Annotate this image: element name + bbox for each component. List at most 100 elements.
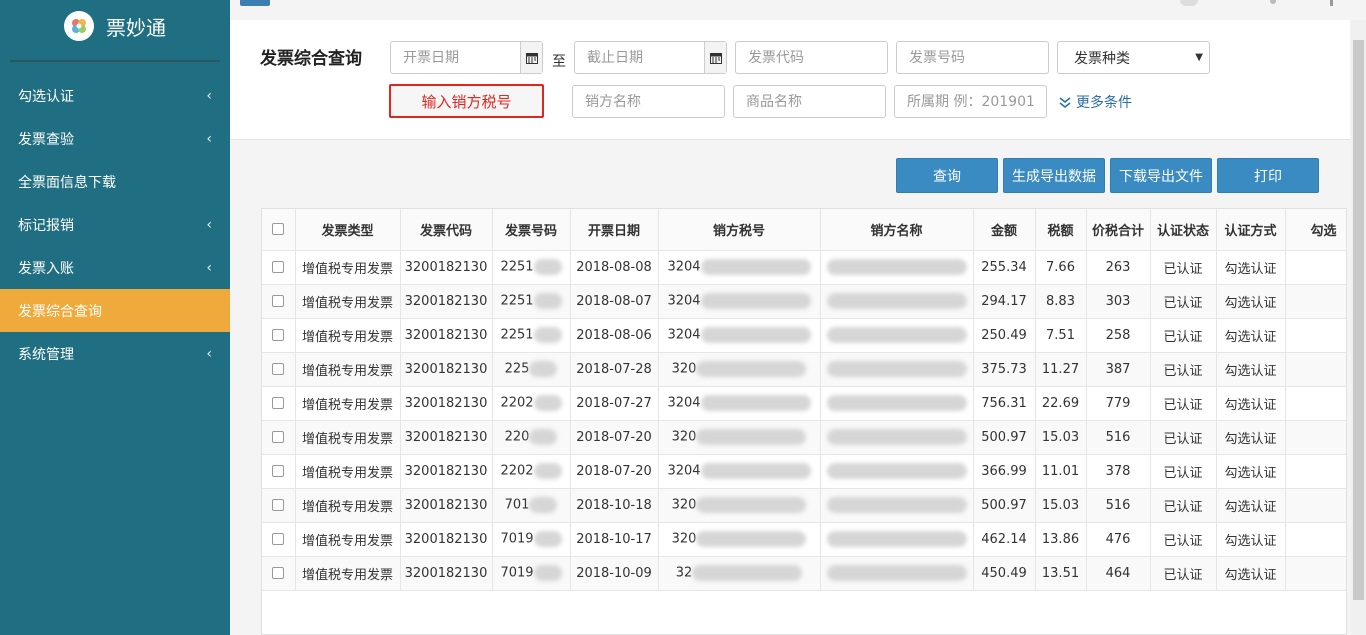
row-checkbox[interactable] — [272, 295, 285, 307]
row-checkbox[interactable] — [272, 261, 285, 273]
logo-icon — [64, 11, 94, 41]
invoice-number-cell: 701 — [492, 488, 571, 523]
row-select-cell[interactable] — [262, 284, 296, 319]
column-header[interactable]: 销方名称 — [820, 209, 974, 251]
query-button[interactable]: 查询 — [896, 158, 998, 193]
table-row[interactable]: 增值税专用发票 3200182130 225 2018-07-28 320 375.73 1… — [262, 352, 1346, 387]
invoice-code-input[interactable] — [748, 49, 875, 66]
table-row[interactable]: 增值税专用发票 3200182130 701 2018-10-18 320 500.97 1… — [262, 488, 1346, 523]
calendar-icon[interactable] — [704, 42, 726, 73]
end-date-input[interactable] — [587, 49, 714, 66]
table-row[interactable]: 增值税专用发票 3200182130 2251 2018-08-06 3204 250.4… — [262, 318, 1346, 353]
row-select-cell[interactable] — [262, 352, 296, 387]
sidebar-item-label: 发票综合查询 — [18, 303, 102, 320]
table-row[interactable]: 增值税专用发票 3200182130 220 2018-07-20 320 500.97 1… — [262, 420, 1346, 455]
sidebar-item-2[interactable]: 全票面信息下载 — [0, 160, 230, 203]
column-header[interactable]: 发票类型 — [295, 209, 401, 251]
row-checkbox[interactable] — [272, 465, 285, 477]
column-header[interactable]: 金额 — [973, 209, 1036, 251]
goods-name-input[interactable] — [746, 93, 873, 110]
sidebar-item-4[interactable]: 发票入账 ‹ — [0, 246, 230, 289]
sidebar-item-6[interactable]: 系统管理 ‹ — [0, 332, 230, 375]
sidebar-item-label: 全票面信息下载 — [18, 174, 116, 191]
invoice-type-cell: 增值税专用发票 — [295, 386, 401, 421]
row-checkbox[interactable] — [272, 431, 285, 443]
invoice-code-field[interactable] — [735, 41, 888, 74]
top-menu-button[interactable] — [240, 0, 270, 6]
invoice-type-cell: 增值税专用发票 — [295, 420, 401, 455]
end-date-field[interactable] — [574, 41, 727, 74]
row-select-cell[interactable] — [262, 454, 296, 489]
column-header[interactable]: 开票日期 — [570, 209, 659, 251]
row-checkbox[interactable] — [272, 329, 285, 341]
row-checkbox[interactable] — [272, 567, 285, 579]
notification-icon[interactable] — [1270, 0, 1276, 4]
avatar[interactable] — [1180, 0, 1198, 6]
tax-cell: 15.03 — [1035, 488, 1087, 523]
sidebar-item-3[interactable]: 标记报销 ‹ — [0, 203, 230, 246]
chevron-left-icon: ‹ — [206, 216, 212, 233]
table-row[interactable]: 增值税专用发票 3200182130 7019 2018-10-09 32 450.49 1… — [262, 556, 1346, 591]
seller-tax-input[interactable]: 输入销方税号 — [389, 84, 544, 118]
select-all-cell[interactable] — [262, 209, 296, 251]
method-cell: 勾选认证 — [1216, 420, 1286, 455]
table-row[interactable]: 增值税专用发票 3200182130 7019 2018-10-17 320 462.14… — [262, 522, 1346, 557]
scrollbar-thumb[interactable] — [1353, 40, 1364, 600]
download-export-button[interactable]: 下载导出文件 — [1110, 158, 1212, 193]
start-date-field[interactable] — [390, 41, 543, 74]
column-header[interactable]: 价税合计 — [1086, 209, 1151, 251]
calendar-icon[interactable] — [520, 42, 542, 73]
print-button[interactable]: 打印 — [1217, 158, 1319, 193]
row-checkbox[interactable] — [272, 397, 285, 409]
seller-name-input[interactable] — [585, 93, 712, 110]
period-field[interactable] — [894, 85, 1047, 118]
more-icon[interactable] — [1330, 0, 1333, 6]
invoice-type-cell: 增值税专用发票 — [295, 352, 401, 387]
row-select-cell[interactable] — [262, 318, 296, 353]
row-checkbox[interactable] — [272, 499, 285, 511]
invoice-type-select[interactable]: 发票种类 ▼ — [1057, 41, 1210, 74]
start-date-input[interactable] — [403, 49, 530, 66]
goods-name-field[interactable] — [733, 85, 886, 118]
sidebar-item-1[interactable]: 发票查验 ‹ — [0, 117, 230, 160]
table-row[interactable]: 增值税专用发票 3200182130 2202 2018-07-27 3204 756.3… — [262, 386, 1346, 421]
table-row[interactable]: 增值税专用发票 3200182130 2202 2018-07-20 3204 366.9… — [262, 454, 1346, 489]
sidebar-item-0[interactable]: 勾选认证 ‹ — [0, 74, 230, 117]
sidebar-item-5[interactable]: 发票综合查询 — [0, 289, 230, 332]
column-header[interactable]: 税额 — [1035, 209, 1087, 251]
table-row[interactable]: 增值税专用发票 3200182130 2251 2018-08-08 3204 255.3… — [262, 250, 1346, 285]
row-checkbox[interactable] — [272, 363, 285, 375]
filter-panel: 发票综合查询 至 发票种类 ▼ 输入销方税号 — [230, 20, 1350, 140]
redacted-text — [826, 565, 967, 581]
row-select-cell[interactable] — [262, 250, 296, 285]
table-row[interactable]: 增值税专用发票 3200182130 2251 2018-08-07 3204 294.1… — [262, 284, 1346, 319]
seller-name-field[interactable] — [572, 85, 725, 118]
method-cell: 勾选认证 — [1216, 250, 1286, 285]
status-cell: 已认证 — [1150, 454, 1217, 489]
column-header[interactable]: 认证方式 — [1216, 209, 1286, 251]
redacted-text — [533, 463, 562, 479]
period-input[interactable] — [907, 93, 1034, 110]
select-all-checkbox[interactable] — [272, 223, 285, 236]
invoice-code-cell: 3200182130 — [400, 284, 493, 319]
column-header[interactable]: 发票代码 — [400, 209, 493, 251]
invoice-code-cell: 3200182130 — [400, 522, 493, 557]
invoice-number-input[interactable] — [909, 49, 1036, 66]
status-cell: 已认证 — [1150, 318, 1217, 353]
invoice-number-field[interactable] — [896, 41, 1049, 74]
column-header[interactable]: 勾选 — [1285, 209, 1346, 251]
sidebar: 票妙通 勾选认证 ‹ 发票查验 ‹ 全票面信息下载 标记报销 ‹ 发票入账 ‹ 发票综合查询 系统管… — [0, 0, 230, 635]
row-select-cell[interactable] — [262, 386, 296, 421]
more-conditions-link[interactable]: 更多条件 — [1058, 92, 1132, 112]
row-select-cell[interactable] — [262, 556, 296, 591]
row-select-cell[interactable] — [262, 420, 296, 455]
row-checkbox[interactable] — [272, 533, 285, 545]
generate-export-button[interactable]: 生成导出数据 — [1003, 158, 1105, 193]
row-select-cell[interactable] — [262, 488, 296, 523]
redacted-text — [700, 327, 811, 343]
column-header[interactable]: 销方税号 — [658, 209, 821, 251]
column-header[interactable]: 认证状态 — [1150, 209, 1217, 251]
column-header[interactable]: 发票号码 — [492, 209, 571, 251]
method-cell: 勾选认证 — [1216, 556, 1286, 591]
row-select-cell[interactable] — [262, 522, 296, 557]
